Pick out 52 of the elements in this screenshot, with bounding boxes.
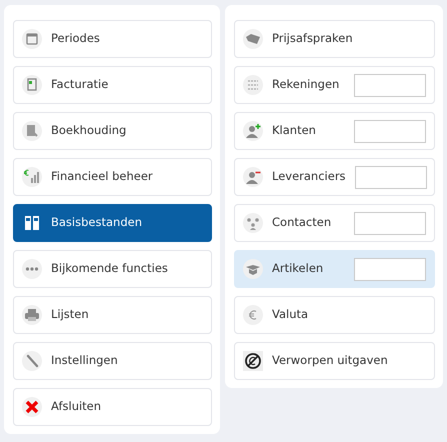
menu-item[interactable]: Verworpen uitgaven [234, 342, 435, 380]
menu-item[interactable]: Basisbestanden [13, 204, 212, 242]
menu-item[interactable]: Lijsten [13, 296, 212, 334]
close-icon [22, 397, 42, 417]
menu-item[interactable]: Boekhouding [13, 112, 212, 150]
menu-item[interactable]: Instellingen [13, 342, 212, 380]
menu-item[interactable]: Rekeningen [234, 66, 435, 104]
input-field[interactable] [354, 212, 426, 234]
menu-label: Prijsafspraken [272, 30, 354, 48]
input-field[interactable] [354, 74, 426, 96]
binders-icon [22, 213, 42, 233]
document-icon [22, 75, 42, 95]
menu-label: Instellingen [51, 352, 119, 370]
menu-label: Afsluiten [51, 398, 102, 416]
ledger-icon [22, 121, 42, 141]
menu-item[interactable]: Artikelen [234, 250, 435, 288]
menu-item[interactable]: Klanten [234, 112, 435, 150]
menu-item[interactable]: Valuta [234, 296, 435, 334]
menu-item[interactable]: Periodes [13, 20, 212, 58]
menu-label: Lijsten [51, 306, 90, 324]
menu-label: Boekhouding [51, 122, 128, 140]
calendar-icon [22, 29, 42, 49]
no-euro-icon [243, 351, 263, 371]
input-field[interactable] [354, 258, 426, 280]
menu-item[interactable]: Bijkomende functies [13, 250, 212, 288]
menu-label: Basisbestanden [51, 214, 143, 232]
user-add-icon [243, 121, 263, 141]
euro-icon [243, 305, 263, 325]
menu-label: Rekeningen [272, 76, 340, 94]
menu-label: Artikelen [272, 260, 324, 278]
menu-label: Bijkomende functies [51, 260, 169, 278]
menu-label: Financieel beheer [51, 168, 154, 186]
menu-label: Contacten [272, 214, 332, 232]
menu-item[interactable]: Contacten [234, 204, 435, 242]
menu-label: Verworpen uitgaven [272, 352, 389, 370]
printer-icon [22, 305, 42, 325]
menu-label: Periodes [51, 30, 101, 48]
input-field[interactable] [354, 166, 427, 188]
menu-item[interactable]: Prijsafspraken [234, 20, 435, 58]
menu-item[interactable]: Afsluiten [13, 388, 212, 426]
menu-item[interactable]: Facturatie [13, 66, 212, 104]
dots-icon [22, 259, 42, 279]
menu-label: Facturatie [51, 76, 110, 94]
menu-label: Leveranciers [272, 168, 346, 186]
menu-item[interactable]: Financieel beheer [13, 158, 212, 196]
menu-label: Klanten [272, 122, 317, 140]
menu-label: Valuta [272, 306, 310, 324]
list-icon [243, 75, 263, 95]
menu-item[interactable]: Leveranciers [234, 158, 435, 196]
input-field[interactable] [354, 120, 426, 142]
user-remove-icon [243, 167, 263, 187]
euro-chart-icon [22, 167, 42, 187]
